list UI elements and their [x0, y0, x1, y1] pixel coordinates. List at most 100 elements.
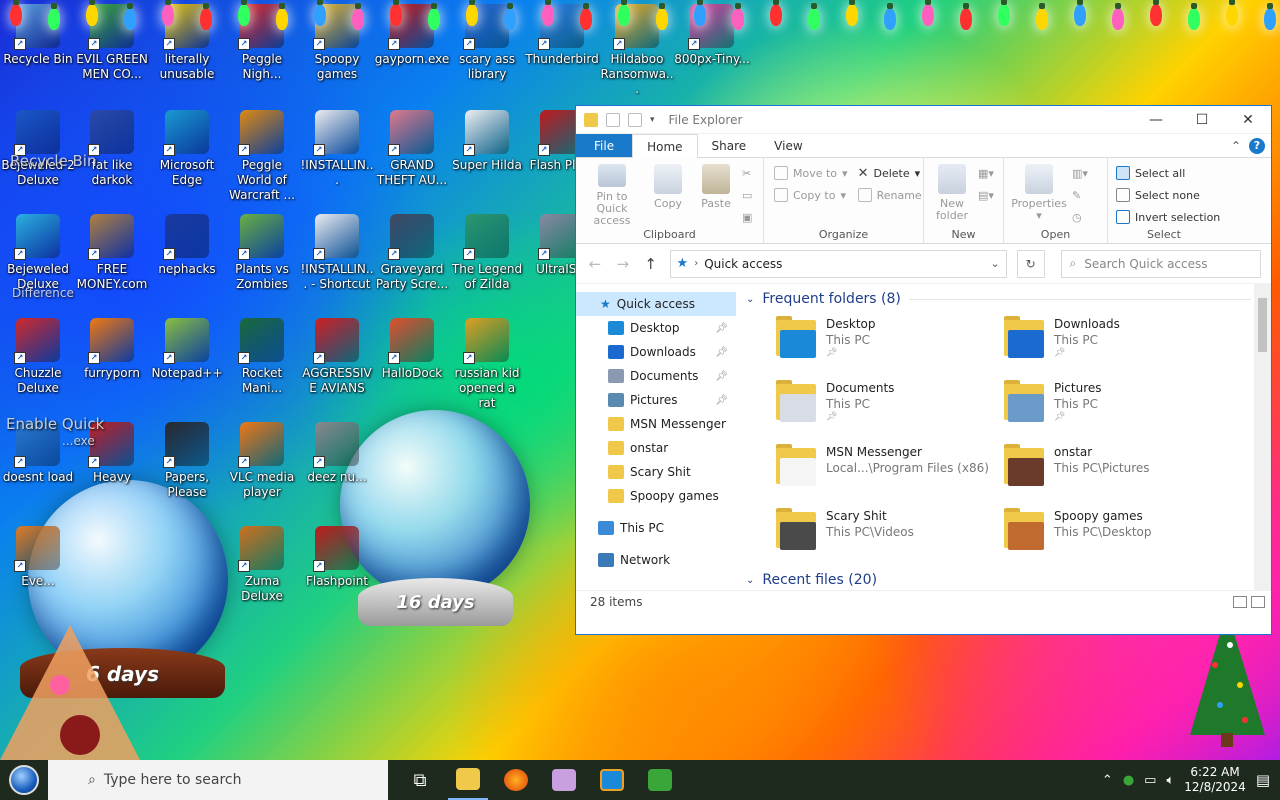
taskbar-app-4[interactable]	[592, 760, 632, 800]
desktop-icon[interactable]: ↗ HalloDock	[374, 318, 450, 381]
copy-button[interactable]: Copy	[646, 162, 690, 227]
task-view-button[interactable]: ⧉	[400, 760, 440, 800]
desktop-icon[interactable]: ↗ Graveyard Party Scre...	[374, 214, 450, 292]
taskbar-app-5[interactable]	[640, 760, 680, 800]
properties-button[interactable]: Properties ▾	[1010, 162, 1068, 227]
desktop-icon[interactable]: ↗ GRAND THEFT AU...	[374, 110, 450, 188]
new-item-icon[interactable]: ▦▾	[978, 164, 994, 182]
vertical-scrollbar[interactable]	[1254, 284, 1271, 590]
nav-item[interactable]: Documents 📌︎	[576, 364, 736, 388]
frequent-folder-tile[interactable]: MSN Messenger Local...\Program Files (x86…	[776, 442, 1004, 506]
frequent-folder-tile[interactable]: Documents This PC 📌︎	[776, 378, 1004, 442]
new-folder-button[interactable]: New folder	[930, 162, 974, 227]
desktop-icon[interactable]: ↗ !INSTALLIN... - Shortcut	[299, 214, 375, 292]
start-button[interactable]	[0, 760, 48, 800]
scrollbar-thumb[interactable]	[1258, 298, 1267, 352]
cut-icon[interactable]: ✂	[742, 164, 752, 182]
select-all-button[interactable]: Select all	[1116, 164, 1220, 182]
nav-item-this-pc[interactable]: This PC	[576, 516, 736, 540]
desktop-icon[interactable]: ↗ VLC media player	[224, 422, 300, 500]
desktop-icon[interactable]: ↗ The Legend of Zilda	[449, 214, 525, 292]
nav-item[interactable]: Spoopy games	[576, 484, 736, 508]
address-history-chevron-icon[interactable]: ⌄	[991, 257, 1000, 270]
clock[interactable]: 6:22 AM 12/8/2024	[1184, 765, 1246, 795]
maximize-button[interactable]: ☐	[1179, 106, 1225, 134]
help-icon[interactable]: ?	[1249, 137, 1265, 154]
tab-share[interactable]: Share	[698, 134, 761, 157]
desktop-icon[interactable]: ↗ Papers, Please	[149, 422, 225, 500]
customize-qat-chevron-icon[interactable]: ▾	[650, 115, 655, 125]
tab-file[interactable]: File	[576, 134, 633, 157]
paste-shortcut-icon[interactable]: ▣	[742, 208, 752, 226]
frequent-folder-tile[interactable]: Spoopy games This PC\Desktop	[1004, 506, 1232, 570]
nav-item-network[interactable]: Network	[576, 548, 736, 572]
desktop-icon[interactable]: ↗ furryporn	[74, 318, 150, 381]
delete-button[interactable]: ✕ Delete ▾	[858, 164, 922, 182]
details-view-icon[interactable]	[1233, 595, 1247, 608]
desktop-icon[interactable]: ↗ deez nu...	[299, 422, 375, 485]
desktop-icon[interactable]: ↗ Zuma Deluxe	[224, 526, 300, 604]
nav-item[interactable]: MSN Messenger	[576, 412, 736, 436]
up-arrow-icon[interactable]: ↑	[642, 255, 660, 273]
desktop-icon[interactable]: ↗ Super Hilda	[449, 110, 525, 173]
desktop-icon[interactable]: ↗ russian kid opened a rat	[449, 318, 525, 411]
nav-item[interactable]: Pictures 📌︎	[576, 388, 736, 412]
notifications-icon[interactable]: ▤	[1256, 771, 1270, 789]
collapse-ribbon-chevron-icon[interactable]: ⌃	[1231, 139, 1241, 153]
frequent-folders-header[interactable]: ⌄ Frequent folders (8)	[742, 284, 1271, 314]
people-icon[interactable]: ●	[1123, 773, 1134, 788]
nav-item-quick-access[interactable]: ★ Quick access	[576, 292, 736, 316]
desktop-icon[interactable]: ↗ Chuzzle Deluxe	[0, 318, 76, 396]
desktop-icon[interactable]: ↗ Plants vs Zombies	[224, 214, 300, 292]
desktop-icon[interactable]: ↗ nephacks	[149, 214, 225, 277]
edit-icon[interactable]: ✎	[1072, 186, 1088, 204]
desktop-icon[interactable]: ↗ !INSTALLIN...	[299, 110, 375, 188]
volume-icon[interactable]: 🔈︎	[1166, 773, 1174, 788]
desktop-icon[interactable]: ↗ Flashpoint	[299, 526, 375, 589]
frequent-folder-tile[interactable]: onstar This PC\Pictures	[1004, 442, 1232, 506]
show-hidden-icons-chevron-icon[interactable]: ⌃	[1102, 773, 1113, 788]
new-folder-qat-icon[interactable]	[628, 112, 642, 127]
copy-path-icon[interactable]: ▭	[742, 186, 752, 204]
nav-item[interactable]: Scary Shit	[576, 460, 736, 484]
properties-qat-icon[interactable]	[606, 112, 620, 127]
address-bar[interactable]: ★ › Quick access ⌄	[669, 249, 1007, 278]
desktop-icon[interactable]: ↗ Eve...	[0, 526, 76, 589]
frequent-folder-tile[interactable]: Downloads This PC 📌︎	[1004, 314, 1232, 378]
nav-item[interactable]: Downloads 📌︎	[576, 340, 736, 364]
nav-item[interactable]: Desktop 📌︎	[576, 316, 736, 340]
tab-view[interactable]: View	[760, 134, 816, 157]
desktop-icon[interactable]: ↗ Peggle World of Warcraft ...	[224, 110, 300, 203]
taskbar-app-3[interactable]	[544, 760, 584, 800]
frequent-folder-tile[interactable]: Pictures This PC 📌︎	[1004, 378, 1232, 442]
tab-home[interactable]: Home	[632, 134, 698, 158]
desktop-icon[interactable]: ↗ Notepad++	[149, 318, 225, 381]
minimize-button[interactable]: —	[1133, 106, 1179, 134]
desktop-icon[interactable]: ↗ Microsoft Edge	[149, 110, 225, 188]
desktop-icon[interactable]: ↗ Bejeweled 2 Deluxe	[0, 110, 76, 188]
paste-button[interactable]: Paste	[694, 162, 738, 227]
desktop-icon[interactable]: ↗ Bejeweled Deluxe	[0, 214, 76, 292]
taskbar-search-box[interactable]: ⌕ Type here to search	[48, 760, 388, 800]
desktop-icon[interactable]: ↗ Rocket Mani...	[224, 318, 300, 396]
desktop-icon[interactable]: ↗ AGGRESSIVE AVIANS	[299, 318, 375, 396]
forward-arrow-icon[interactable]: →	[614, 255, 632, 273]
taskbar-firefox[interactable]	[496, 760, 536, 800]
large-icons-view-icon[interactable]	[1251, 595, 1265, 608]
easy-access-icon[interactable]: ▤▾	[978, 186, 994, 204]
frequent-folder-tile[interactable]: Desktop This PC 📌︎	[776, 314, 1004, 378]
close-button[interactable]: ✕	[1225, 106, 1271, 134]
search-box[interactable]: ⌕ Search Quick access	[1060, 249, 1261, 278]
nav-item[interactable]: onstar	[576, 436, 736, 460]
copy-to-button[interactable]: Copy to ▾	[774, 186, 848, 204]
network-icon[interactable]: ▭	[1144, 773, 1156, 788]
desktop-icon[interactable]: ↗ FREE MONEY.com	[74, 214, 150, 292]
history-icon[interactable]: ◷	[1072, 208, 1088, 226]
invert-selection-button[interactable]: Invert selection	[1116, 208, 1220, 226]
pin-to-quick-access-button[interactable]: Pin to Quick access	[582, 162, 642, 227]
taskbar-file-explorer[interactable]	[448, 760, 488, 800]
recent-files-header[interactable]: ⌄ Recent files (20)	[742, 570, 1271, 590]
back-arrow-icon[interactable]: ←	[586, 255, 604, 273]
select-none-button[interactable]: Select none	[1116, 186, 1220, 204]
desktop-icon[interactable]: ↗ fat like darkok	[74, 110, 150, 188]
